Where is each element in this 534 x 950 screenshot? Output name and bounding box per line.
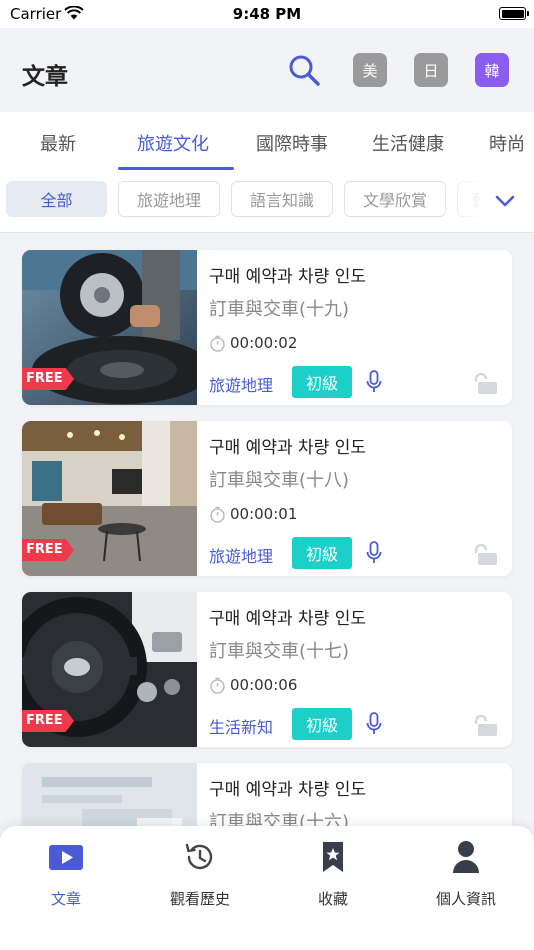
duration-text: 00:00:02 xyxy=(230,334,298,352)
duration-text: 00:00:06 xyxy=(230,676,298,694)
free-badge: FREE xyxy=(22,368,74,390)
subcategory-filters: 全部 旅遊地理 語言知識 文學欣賞 藝 xyxy=(0,170,534,233)
filter-chip-literature[interactable]: 文學欣賞 xyxy=(344,181,446,217)
nav-history[interactable]: 觀看歷史 xyxy=(140,840,260,909)
unlock-icon xyxy=(474,544,497,565)
article-thumbnail: FREE xyxy=(22,250,197,405)
category-tabs: 最新 旅遊文化 國際時事 生活健康 時尚 xyxy=(0,112,534,170)
person-icon xyxy=(453,841,479,873)
article-card[interactable]: FREE 구매 예약과 차량 인도 訂車與交車(十九) 00:00:02 旅遊地… xyxy=(22,250,512,405)
article-category[interactable]: 旅遊地理 xyxy=(209,372,273,396)
article-title: 구매 예약과 차량 인도 xyxy=(209,267,366,287)
battery-icon xyxy=(499,7,529,20)
chevron-down-icon[interactable] xyxy=(490,186,520,216)
tab-travel-culture[interactable]: 旅遊文化 xyxy=(137,130,209,156)
unlock-icon xyxy=(474,715,497,736)
nav-label: 文章 xyxy=(50,890,81,908)
article-duration: 00:00:02 xyxy=(209,334,297,352)
filter-chip-language[interactable]: 語言知識 xyxy=(231,181,333,217)
app-header: 文章 美 日 韓 xyxy=(0,28,534,112)
nav-articles[interactable]: 文章 xyxy=(6,840,126,909)
status-bar: Carrier 9:48 PM xyxy=(0,0,534,28)
language-button-jp[interactable]: 日 xyxy=(414,53,448,87)
level-badge: 初級 xyxy=(292,537,352,569)
article-card[interactable]: FREE 구매 예약과 차량 인도 訂車與交車(十八) 00:00:01 旅遊地… xyxy=(22,421,512,576)
bottom-tab-bar: 文章 觀看歷史 收藏 個人資訊 xyxy=(0,826,534,950)
nav-label: 收藏 xyxy=(317,890,348,908)
article-category[interactable]: 旅遊地理 xyxy=(209,543,273,567)
article-thumbnail xyxy=(22,763,197,826)
article-category[interactable]: 生活新知 xyxy=(209,714,273,738)
article-subtitle: 訂車與交車(十八) xyxy=(209,470,350,491)
stopwatch-icon xyxy=(210,677,225,694)
language-button-kr[interactable]: 韓 xyxy=(475,53,509,87)
play-icon xyxy=(49,845,83,870)
free-badge: FREE xyxy=(22,710,74,732)
article-thumbnail: FREE xyxy=(22,421,197,576)
bookmark-icon xyxy=(323,842,343,872)
article-subtitle: 訂車與交車(十七) xyxy=(209,641,350,662)
tab-fashion[interactable]: 時尚 xyxy=(489,130,525,156)
microphone-icon[interactable] xyxy=(366,370,382,394)
nav-label: 觀看歷史 xyxy=(169,890,230,908)
article-card[interactable]: FREE 구매 예약과 차량 인도 訂車與交車(十七) 00:00:06 生活新… xyxy=(22,592,512,747)
nav-profile[interactable]: 個人資訊 xyxy=(406,840,526,909)
duration-text: 00:00:01 xyxy=(230,505,298,523)
stopwatch-icon xyxy=(210,335,225,352)
article-list: FREE 구매 예약과 차량 인도 訂車與交車(十九) 00:00:02 旅遊地… xyxy=(0,234,534,826)
filter-chip-all[interactable]: 全部 xyxy=(6,181,107,217)
tab-life-health[interactable]: 生活健康 xyxy=(372,130,444,156)
level-badge: 初級 xyxy=(292,708,352,740)
level-badge: 初級 xyxy=(292,366,352,398)
tab-latest[interactable]: 最新 xyxy=(40,130,76,156)
microphone-icon[interactable] xyxy=(366,541,382,565)
nav-bookmarks[interactable]: 收藏 xyxy=(273,840,393,909)
article-duration: 00:00:06 xyxy=(209,676,297,694)
article-title: 구매 예약과 차량 인도 xyxy=(209,438,366,458)
history-icon xyxy=(185,843,213,870)
article-subtitle: 訂車與交車(十九) xyxy=(209,299,350,320)
tab-world-news[interactable]: 國際時事 xyxy=(256,130,328,156)
status-time: 9:48 PM xyxy=(232,5,302,23)
article-subtitle: 訂車與交車(十六) xyxy=(209,812,350,826)
free-badge: FREE xyxy=(22,539,74,561)
microphone-icon[interactable] xyxy=(366,712,382,736)
filter-chip-travel-geography[interactable]: 旅遊地理 xyxy=(118,181,220,217)
unlock-icon xyxy=(474,373,497,394)
page-title: 文章 xyxy=(22,64,68,90)
article-card[interactable]: 구매 예약과 차량 인도 訂車與交車(十六) xyxy=(22,763,512,826)
nav-label: 個人資訊 xyxy=(435,890,496,908)
article-title: 구매 예약과 차량 인도 xyxy=(209,780,366,800)
stopwatch-icon xyxy=(210,506,225,523)
article-duration: 00:00:01 xyxy=(209,505,297,523)
article-title: 구매 예약과 차량 인도 xyxy=(209,609,366,629)
article-thumbnail: FREE xyxy=(22,592,197,747)
language-button-us[interactable]: 美 xyxy=(353,53,387,87)
search-icon[interactable] xyxy=(286,52,322,88)
